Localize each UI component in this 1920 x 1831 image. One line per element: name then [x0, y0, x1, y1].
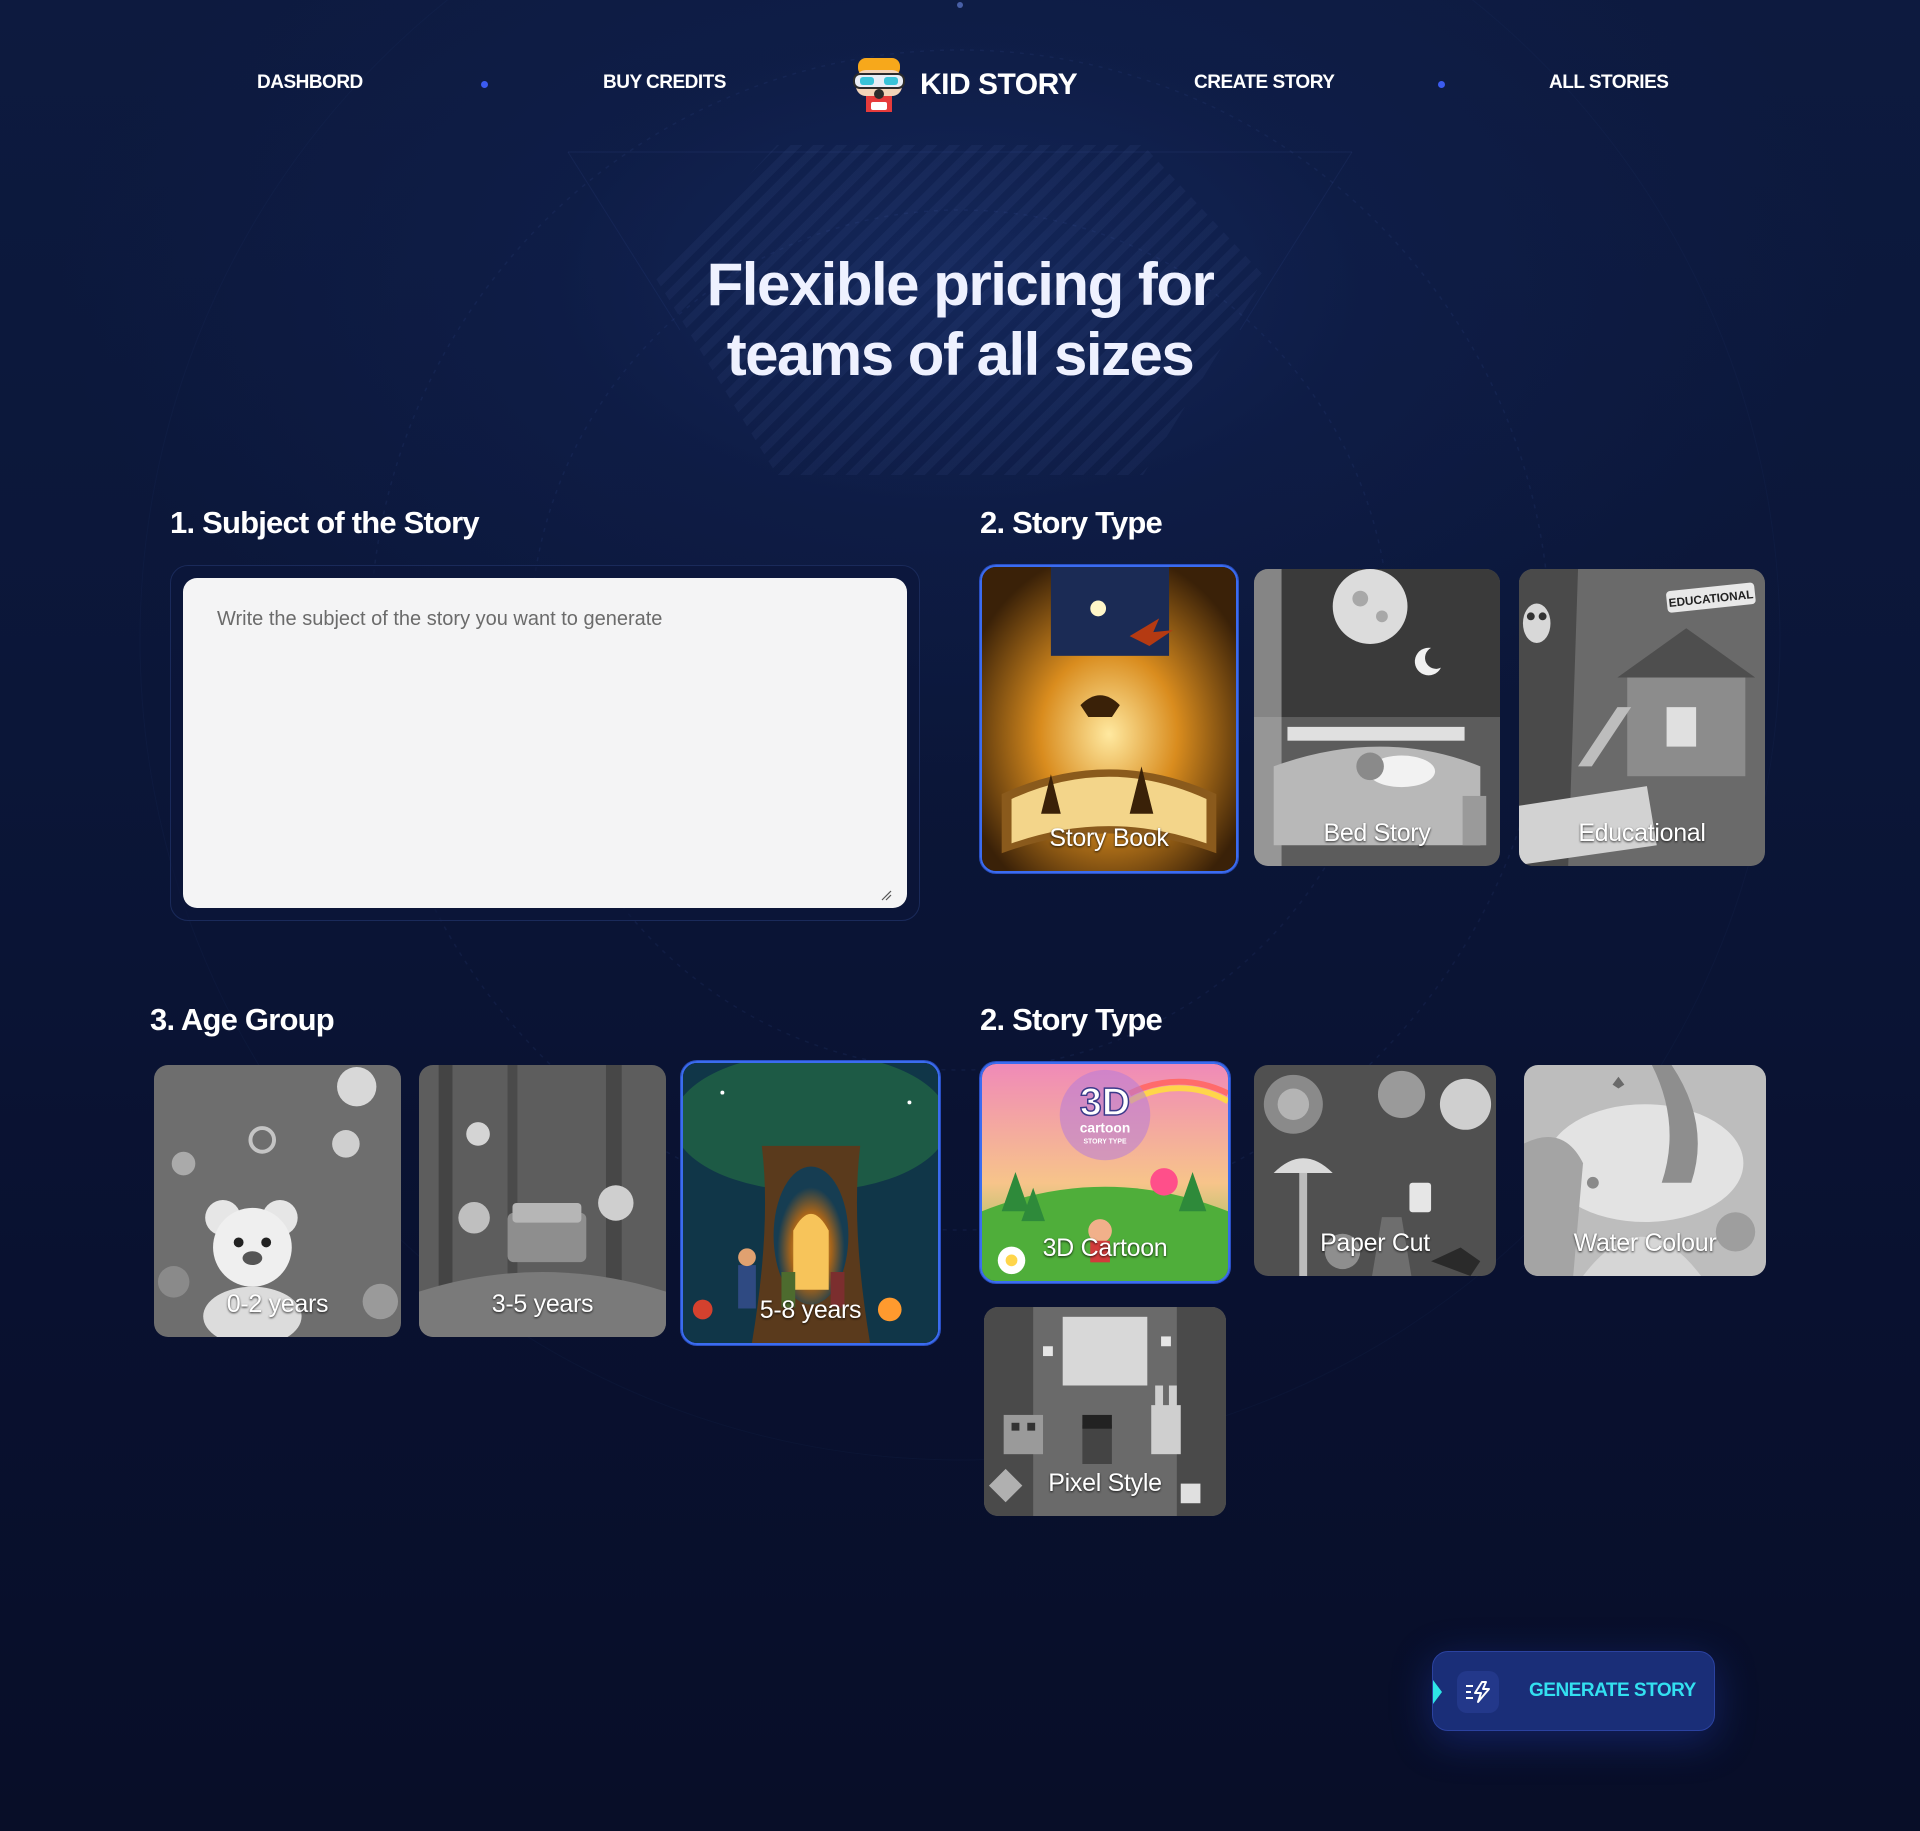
art-style-section-title: 2. Story Type [980, 1002, 1163, 1037]
generate-story-label: GENERATE STORY [1529, 1680, 1696, 1701]
nav-all-stories[interactable]: ALL STORIES [1549, 72, 1669, 94]
lightning-icon [1466, 1681, 1490, 1703]
art-style-option-pixel-style[interactable]: Pixel Style [982, 1305, 1228, 1518]
age-group-section-title: 3. Age Group [150, 1002, 335, 1037]
art-style-label: 3D Cartoon [1042, 1234, 1168, 1262]
top-navigation: DASHBORD BUY CREDITS KID STORY CREATE ST… [0, 0, 1920, 170]
logo[interactable]: KID STORY [848, 54, 1078, 116]
subject-section-title: 1. Subject of the Story [170, 505, 480, 540]
nav-buy-credits[interactable]: BUY CREDITS [603, 72, 726, 94]
story-type-label: Educational [1578, 819, 1706, 847]
story-type-option-bed-story[interactable]: Bed Story [1252, 567, 1502, 868]
nav-create-story[interactable]: CREATE STORY [1194, 72, 1335, 94]
art-style-label: Water Colour [1573, 1229, 1717, 1257]
cartoon-badge-mid: cartoon [1080, 1121, 1130, 1136]
age-group-option-0-2[interactable]: 0-2 years [152, 1063, 403, 1339]
age-group-option-3-5[interactable]: 3-5 years [417, 1063, 668, 1339]
resize-handle-icon[interactable] [880, 889, 892, 901]
story-type-label: Bed Story [1323, 819, 1431, 847]
hero-title-line-2: teams of all sizes [726, 321, 1195, 388]
story-type-option-educational[interactable]: EDUCATIONAL Educational [1517, 567, 1767, 868]
nav-dashboard[interactable]: DASHBORD [257, 72, 363, 94]
age-group-label: 5-8 years [759, 1296, 862, 1324]
kid-logo-icon [853, 58, 905, 112]
nav-separator-dot [1438, 81, 1445, 88]
story-type-label: Story Book [1049, 824, 1169, 852]
cartoon-badge-big: 3D [1080, 1080, 1130, 1124]
generate-story-button[interactable]: GENERATE STORY [1432, 1651, 1715, 1731]
generate-icon-box [1457, 1671, 1499, 1713]
story-type-section-title: 2. Story Type [980, 505, 1163, 540]
nav-separator-dot [481, 81, 488, 88]
hero-title-line-1: Flexible pricing for [706, 251, 1215, 318]
art-style-option-3d-cartoon[interactable]: 3D cartoon STORY TYPE 3D Cartoon [980, 1062, 1230, 1283]
cartoon-badge-small: STORY TYPE [1083, 1139, 1127, 1146]
hero-title: Flexible pricing for teams of all sizes [560, 250, 1360, 390]
art-style-option-paper-cut[interactable]: Paper Cut [1252, 1063, 1498, 1278]
art-style-option-water-colour[interactable]: Water Colour [1522, 1063, 1768, 1278]
age-group-label: 0-2 years [226, 1290, 329, 1318]
subject-textarea[interactable] [183, 578, 907, 908]
subject-input-wrapper [170, 565, 920, 921]
story-type-option-story-book[interactable]: Story Book [980, 565, 1238, 873]
art-style-label: Pixel Style [1048, 1469, 1162, 1497]
button-accent-tab [1433, 1680, 1442, 1704]
art-style-label: Paper Cut [1320, 1229, 1430, 1257]
age-group-label: 3-5 years [491, 1290, 594, 1318]
age-group-option-5-8[interactable]: 5-8 years [681, 1061, 940, 1345]
logo-text: KID STORY [920, 68, 1078, 101]
